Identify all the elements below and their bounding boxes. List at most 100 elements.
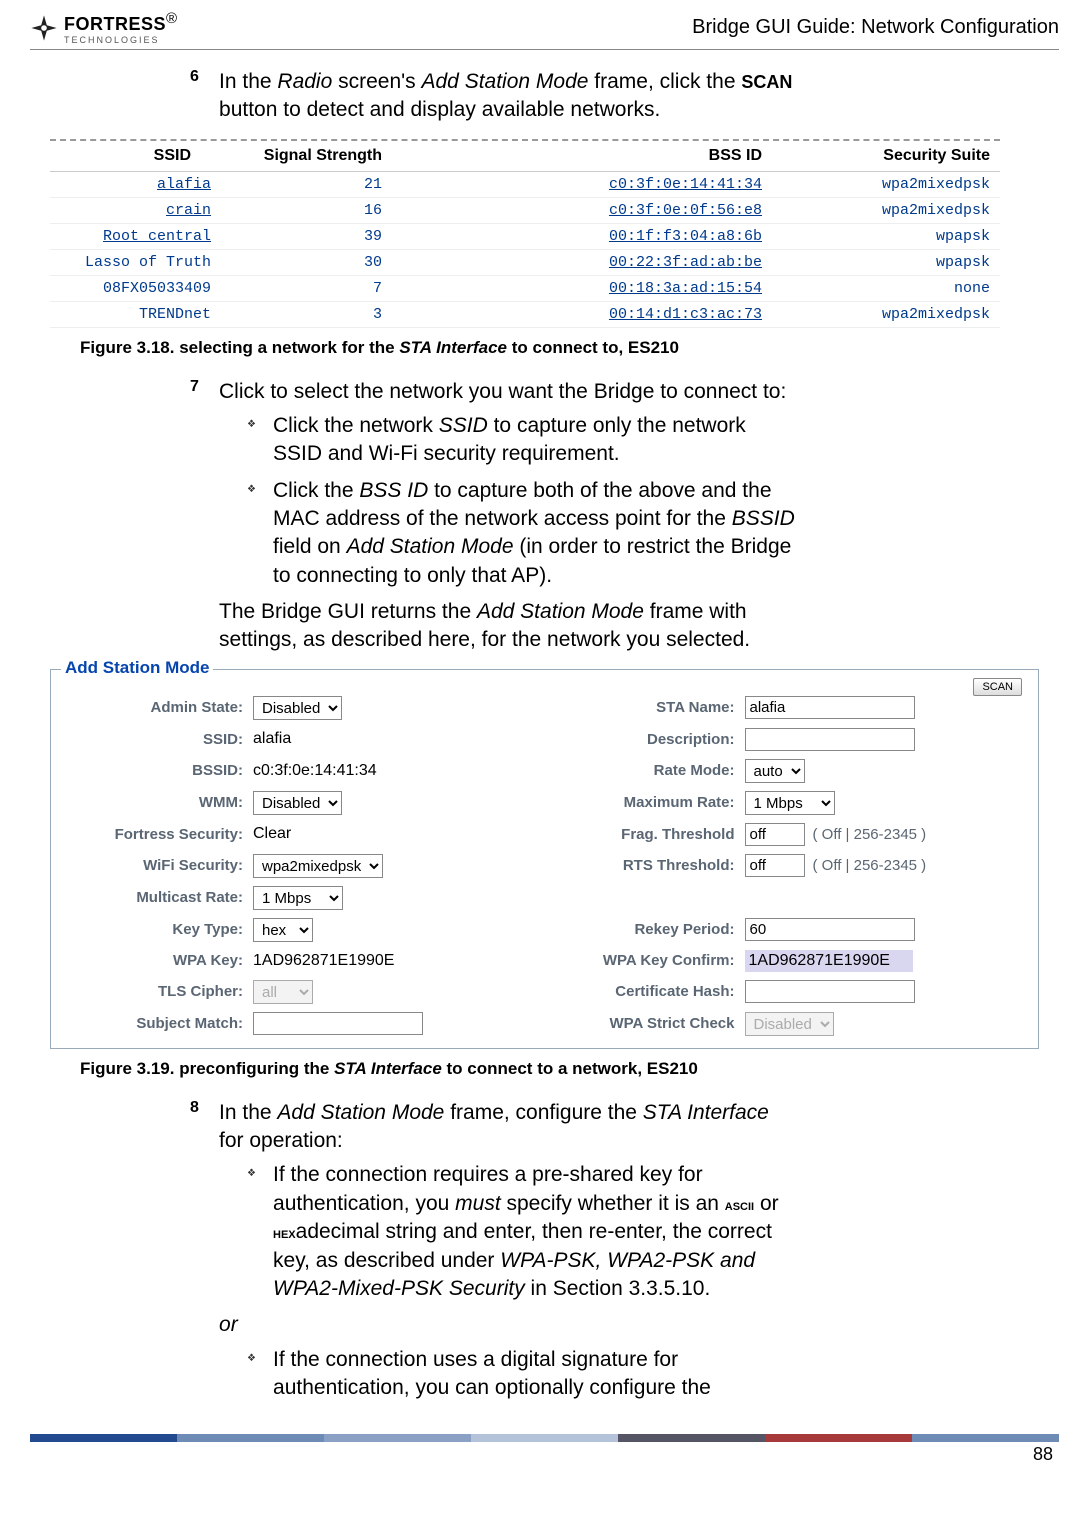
step-7-bullet-2: Click the BSS ID to capture both of the … [247, 477, 799, 590]
label-wpa-strict-check: WPA Strict Check [555, 1015, 745, 1032]
input-rts-threshold[interactable] [745, 854, 805, 877]
scan-results-table: SSID Signal Strength BSS ID Security Sui… [50, 139, 1000, 328]
step-8-or: or [219, 1313, 238, 1336]
step-8-bullet-2: If the connection uses a digital signatu… [247, 1346, 799, 1403]
scan-cell-signal: 30 [221, 249, 392, 275]
scan-row: 08FX05033409700:18:3a:ad:15:54none [50, 275, 1000, 301]
scan-cell-signal: 39 [221, 223, 392, 249]
value-fortress-security: Clear [253, 825, 535, 843]
scan-cell-ssid[interactable]: Root central [50, 223, 221, 249]
select-multicast-rate[interactable]: 1 Mbps [253, 886, 343, 910]
col-ssid: SSID [50, 141, 221, 172]
label-subject-match: Subject Match: [63, 1015, 253, 1032]
scan-cell-signal: 7 [221, 275, 392, 301]
select-wmm[interactable]: Disabled [253, 791, 342, 815]
step-6-text: In the Radio screen's Add Station Mode f… [219, 68, 799, 125]
value-bssid: c0:3f:0e:14:41:34 [253, 762, 535, 780]
select-key-type[interactable]: hex [253, 918, 313, 942]
scan-cell-signal: 3 [221, 301, 392, 327]
input-cert-hash[interactable] [745, 980, 915, 1003]
select-rate-mode[interactable]: auto [745, 759, 805, 783]
col-signal: Signal Strength [221, 141, 392, 172]
value-wpa-key-confirm: 1AD962871E1990E [745, 950, 913, 972]
scan-cell-security: wpa2mixedpsk [772, 301, 1000, 327]
scan-cell-ssid[interactable]: Lasso of Truth [50, 249, 221, 275]
scan-cell-security: wpapsk [772, 223, 1000, 249]
scan-cell-ssid[interactable]: crain [50, 197, 221, 223]
label-wifi-security: WiFi Security: [63, 857, 253, 874]
step-7-text: Click to select the network you want the… [219, 378, 799, 655]
label-frag-threshold: Frag. Threshold [555, 826, 745, 843]
logo-main-text: FORTRESS [64, 14, 166, 34]
scan-cell-signal: 21 [221, 171, 392, 197]
scan-cell-signal: 16 [221, 197, 392, 223]
logo-sub-text: TECHNOLOGIES [64, 35, 177, 45]
logo-reg: ® [166, 10, 177, 27]
scan-cell-bssid[interactable]: 00:1f:f3:04:a8:6b [392, 223, 772, 249]
scan-row: Lasso of Truth3000:22:3f:ad:ab:bewpapsk [50, 249, 1000, 275]
scan-cell-bssid[interactable]: 00:18:3a:ad:15:54 [392, 275, 772, 301]
label-multicast-rate: Multicast Rate: [63, 889, 253, 906]
step-7-number: 7 [190, 378, 214, 396]
value-ssid: alafia [253, 730, 535, 748]
page-number: 88 [30, 1444, 1059, 1465]
logo: FORTRESS® TECHNOLOGIES [30, 10, 177, 45]
scan-cell-security: wpa2mixedpsk [772, 171, 1000, 197]
scan-row: alafia21c0:3f:0e:14:41:34wpa2mixedpsk [50, 171, 1000, 197]
scan-button[interactable]: SCAN [973, 678, 1022, 696]
input-subject-match[interactable] [253, 1012, 423, 1035]
scan-cell-bssid[interactable]: c0:3f:0e:14:41:34 [392, 171, 772, 197]
header-title: Bridge GUI Guide: Network Configuration [692, 16, 1059, 39]
label-rts-threshold: RTS Threshold: [555, 857, 745, 874]
label-wpa-key: WPA Key: [63, 952, 253, 969]
fortress-logo-icon [30, 14, 58, 42]
input-sta-name[interactable] [745, 696, 915, 719]
label-description: Description: [555, 731, 745, 748]
step-8-bullet-1: If the connection requires a pre-shared … [247, 1161, 799, 1303]
label-tls-cipher: TLS Cipher: [63, 983, 253, 1000]
value-wpa-key: 1AD962871E1990E [253, 952, 535, 970]
scan-cell-security: wpa2mixedpsk [772, 197, 1000, 223]
col-bssid: BSS ID [392, 141, 772, 172]
step-7-bullet-1: Click the network SSID to capture only t… [247, 412, 799, 469]
add-station-mode-panel: Add Station Mode SCAN Admin State: Disab… [50, 669, 1039, 1049]
label-wpa-key-confirm: WPA Key Confirm: [555, 952, 745, 969]
scan-row: TRENDnet300:14:d1:c3:ac:73wpa2mixedpsk [50, 301, 1000, 327]
scan-cell-security: none [772, 275, 1000, 301]
step-8-text: In the Add Station Mode frame, configure… [219, 1099, 799, 1410]
col-security: Security Suite [772, 141, 1000, 172]
footer-color-bar [30, 1434, 1059, 1442]
step-6-number: 6 [190, 68, 214, 86]
page-header: FORTRESS® TECHNOLOGIES Bridge GUI Guide:… [30, 10, 1059, 50]
label-ssid: SSID: [63, 731, 253, 748]
scan-cell-security: wpapsk [772, 249, 1000, 275]
label-bssid: BSSID: [63, 762, 253, 779]
hint-rts: ( Off | 256-2345 ) [813, 857, 927, 874]
select-max-rate[interactable]: 1 Mbps [745, 791, 835, 815]
label-admin-state: Admin State: [63, 699, 253, 716]
scan-cell-bssid[interactable]: 00:14:d1:c3:ac:73 [392, 301, 772, 327]
scan-cell-bssid[interactable]: c0:3f:0e:0f:56:e8 [392, 197, 772, 223]
input-rekey-period[interactable] [745, 918, 915, 941]
input-frag-threshold[interactable] [745, 823, 805, 846]
scan-cell-ssid[interactable]: TRENDnet [50, 301, 221, 327]
scan-cell-ssid[interactable]: alafia [50, 171, 221, 197]
label-max-rate: Maximum Rate: [555, 794, 745, 811]
panel-legend: Add Station Mode [61, 658, 213, 678]
hint-frag: ( Off | 256-2345 ) [813, 826, 927, 843]
input-description[interactable] [745, 728, 915, 751]
select-wpa-strict-check: Disabled [745, 1012, 834, 1036]
select-admin-state[interactable]: Disabled [253, 696, 342, 720]
label-cert-hash: Certificate Hash: [555, 983, 745, 1000]
select-tls-cipher: all [253, 980, 313, 1004]
scan-row: Root central3900:1f:f3:04:a8:6bwpapsk [50, 223, 1000, 249]
scan-cell-ssid[interactable]: 08FX05033409 [50, 275, 221, 301]
select-wifi-security[interactable]: wpa2mixedpsk [253, 854, 383, 878]
scan-cell-bssid[interactable]: 00:22:3f:ad:ab:be [392, 249, 772, 275]
label-rate-mode: Rate Mode: [555, 762, 745, 779]
scan-row: crain16c0:3f:0e:0f:56:e8wpa2mixedpsk [50, 197, 1000, 223]
label-key-type: Key Type: [63, 921, 253, 938]
figure-3-19-caption: Figure 3.19. preconfiguring the STA Inte… [80, 1059, 1059, 1079]
label-wmm: WMM: [63, 794, 253, 811]
label-rekey-period: Rekey Period: [555, 921, 745, 938]
